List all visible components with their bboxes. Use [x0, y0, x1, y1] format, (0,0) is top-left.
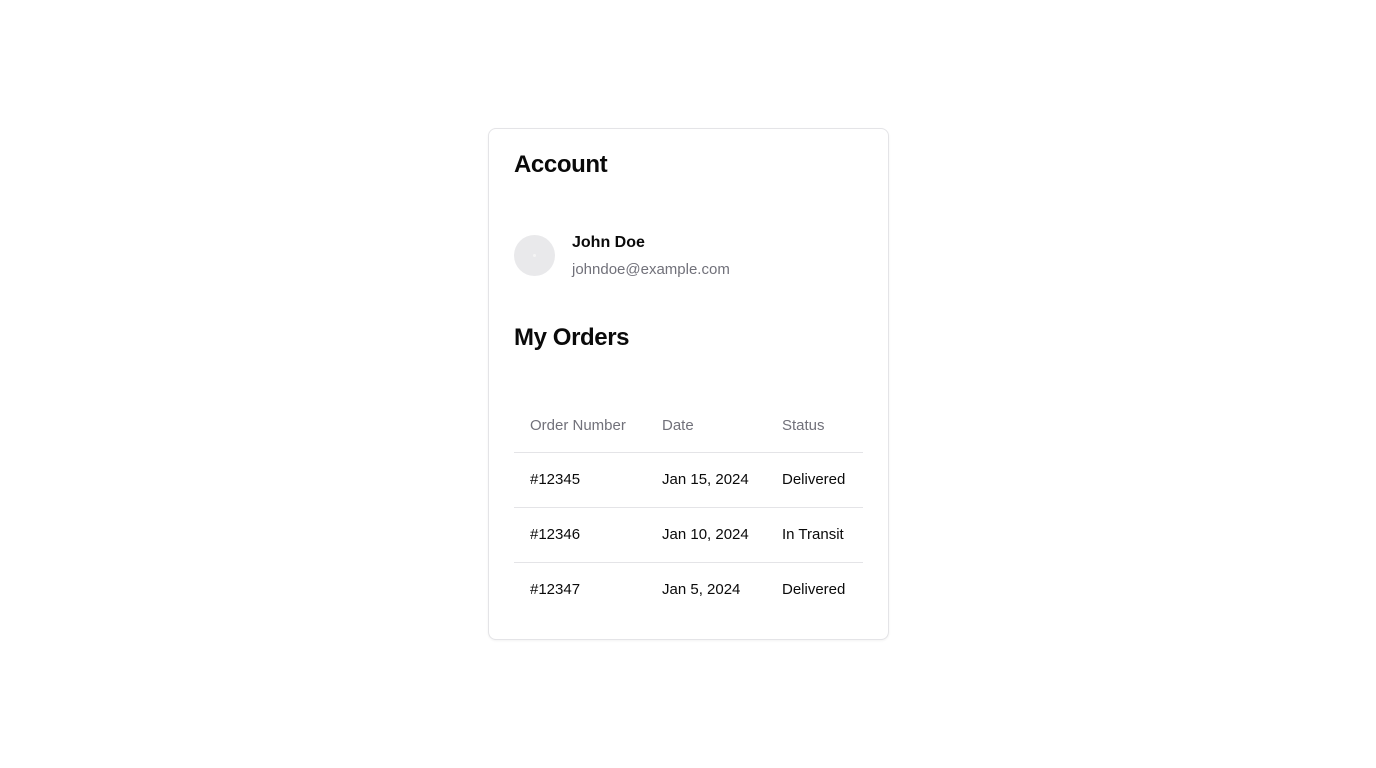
orders-table-header: Order Number Date Status	[514, 400, 863, 453]
order-status-cell: In Transit	[766, 507, 863, 563]
account-title: Account	[514, 151, 608, 178]
order-date-cell: Jan 5, 2024	[662, 581, 741, 599]
column-header-status[interactable]: Status	[766, 400, 863, 453]
header-row: Order Number Date Status	[514, 400, 863, 453]
user-profile: John Doe johndoe@example.com	[514, 231, 730, 280]
order-date-cell: Jan 10, 2024	[646, 507, 766, 563]
account-card: Account John Doe johndoe@example.com My …	[488, 128, 889, 640]
order-status-cell: Delivered	[766, 452, 863, 508]
table-row[interactable]: #12347 Jan 5, 2024 Delivered	[514, 562, 863, 617]
order-date-cell: Jan 15, 2024	[646, 452, 766, 508]
table-row[interactable]: #12345 Jan 15, 2024 Delivered	[514, 452, 863, 508]
avatar[interactable]	[514, 235, 555, 276]
user-email: johndoe@example.com	[572, 261, 730, 278]
profile-text: John Doe johndoe@example.com	[572, 231, 730, 280]
table-row[interactable]: #12346 Jan 10, 2024 In Transit	[514, 507, 863, 563]
orders-table-body: #12345 Jan 15, 2024 Delivered #12346 Jan…	[514, 452, 863, 617]
column-header-date[interactable]: Date	[646, 400, 766, 453]
orders-title: My Orders	[514, 324, 630, 351]
user-name: John Doe	[572, 234, 645, 251]
column-header-order-number[interactable]: Order Number	[514, 400, 646, 453]
order-number-cell: #12346	[514, 507, 646, 563]
order-status-cell: Delivered	[782, 581, 846, 599]
order-number-cell: #12347	[530, 581, 581, 599]
order-number-cell: #12345	[514, 452, 646, 508]
orders-table: Order Number Date Status #12345 Jan 15, …	[514, 400, 863, 617]
avatar-placeholder-icon	[533, 254, 536, 257]
